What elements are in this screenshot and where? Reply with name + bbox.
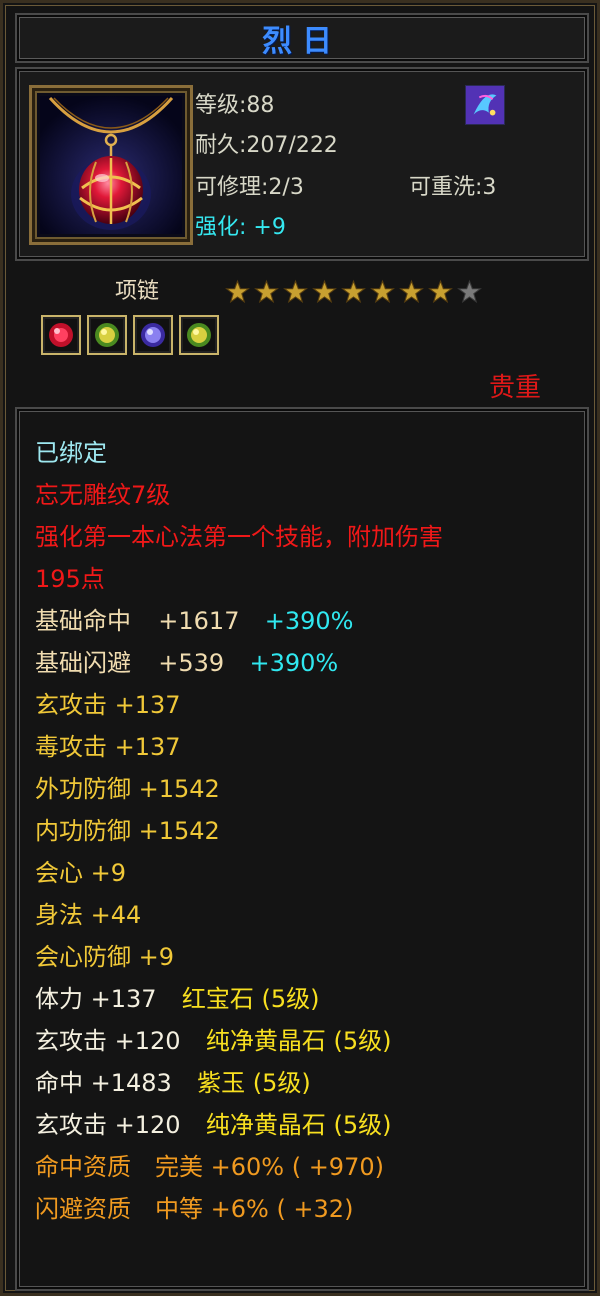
item-icon-frame — [29, 85, 193, 245]
gem-name: 纯净黄晶石 (5级) — [205, 1027, 392, 1055]
star-empty-icon — [457, 279, 482, 304]
stat-line: 外功防御 +1542 — [35, 775, 220, 803]
star-filled-icon — [399, 279, 424, 304]
title-bar: 烈日 — [15, 13, 589, 63]
attr-name: 基础命中 — [35, 607, 131, 635]
gem-name: 紫玉 (5级) — [197, 1069, 311, 1097]
item-enhance-level: 强化: +9 — [195, 215, 286, 240]
gem-stat-line: 命中 +1483 紫玉 (5级) — [35, 1069, 311, 1097]
gem-name: 红宝石 (5级) — [181, 985, 320, 1013]
red-gem-icon — [49, 323, 73, 347]
stat-line: 身法 +44 — [35, 901, 142, 929]
gem-slot[interactable] — [179, 315, 219, 355]
gem-stat-line: 玄攻击 +120 纯净黄晶石 (5级) — [35, 1027, 391, 1055]
star-filled-icon — [225, 279, 250, 304]
item-level: 等级:88 — [195, 93, 275, 118]
star-filled-icon — [312, 279, 337, 304]
item-header-panel: 等级:88 耐久:207/222 可修理:2/3 可重洗:3 强化: +9 — [15, 67, 589, 261]
star-filled-icon — [283, 279, 308, 304]
gem-name: 纯净黄晶石 (5级) — [205, 1111, 392, 1139]
item-repairable: 可修理:2/3 — [195, 175, 304, 200]
item-name: 烈日 — [262, 24, 342, 59]
star-filled-icon — [370, 279, 395, 304]
engraving-line: 忘无雕纹7级 — [35, 481, 171, 509]
attr-bonus: +390% — [264, 607, 354, 635]
item-details-panel: 已绑定 忘无雕纹7级 强化第一本心法第一个技能，附加伤害 195点 基础命中 +… — [15, 407, 589, 1291]
purple-gem-icon — [141, 323, 165, 347]
gem-slot[interactable] — [133, 315, 173, 355]
item-durability: 耐久:207/222 — [195, 133, 338, 158]
gem-slot[interactable] — [87, 315, 127, 355]
star-filled-icon — [254, 279, 279, 304]
star-rating — [223, 279, 484, 305]
gem-slots — [41, 315, 225, 355]
star-filled-icon — [428, 279, 453, 304]
stat-line: 内功防御 +1542 — [35, 817, 220, 845]
item-tooltip: 烈日 等级:88 耐久:207/222 可修理:2/3 可重洗:3 强化: +9… — [0, 0, 600, 1296]
stat-line: 会心防御 +9 — [35, 943, 175, 971]
dodge-aptitude: 闪避资质 中等 +6% ( +32) — [35, 1195, 354, 1223]
gem-stat: 玄攻击 +120 — [35, 1027, 181, 1055]
attr-value: +539 — [158, 649, 225, 677]
stat-line: 玄攻击 +137 — [35, 691, 181, 719]
gem-slot[interactable] — [41, 315, 81, 355]
hit-aptitude: 命中资质 完美 +60% ( +970) — [35, 1153, 384, 1181]
effect-line-2: 195点 — [35, 565, 105, 593]
gem-stat-line: 体力 +137 红宝石 (5级) — [35, 985, 319, 1013]
spirit-icon — [465, 85, 505, 125]
item-quality: 贵重 — [489, 373, 542, 403]
necklace-icon — [40, 96, 182, 234]
gem-stat: 体力 +137 — [35, 985, 157, 1013]
gem-stat-line: 玄攻击 +120 纯净黄晶石 (5级) — [35, 1111, 391, 1139]
stat-line: 会心 +9 — [35, 859, 127, 887]
yellow-gem-icon — [187, 323, 211, 347]
effect-line-1: 强化第一本心法第一个技能，附加伤害 — [35, 523, 443, 551]
item-rewash-count: 可重洗:3 — [409, 175, 497, 200]
star-filled-icon — [341, 279, 366, 304]
yellow-gem-icon — [95, 323, 119, 347]
item-type: 项链 — [115, 279, 160, 304]
base-dodge-line: 基础闪避 +539 +390% — [35, 649, 338, 677]
attr-bonus: +390% — [249, 649, 339, 677]
stat-line: 毒攻击 +137 — [35, 733, 181, 761]
bound-status: 已绑定 — [35, 439, 107, 467]
gem-stat: 命中 +1483 — [35, 1069, 172, 1097]
base-hit-line: 基础命中 +1617 +390% — [35, 607, 353, 635]
gem-stat: 玄攻击 +120 — [35, 1111, 181, 1139]
attr-value: +1617 — [158, 607, 240, 635]
attr-name: 基础闪避 — [35, 649, 131, 677]
